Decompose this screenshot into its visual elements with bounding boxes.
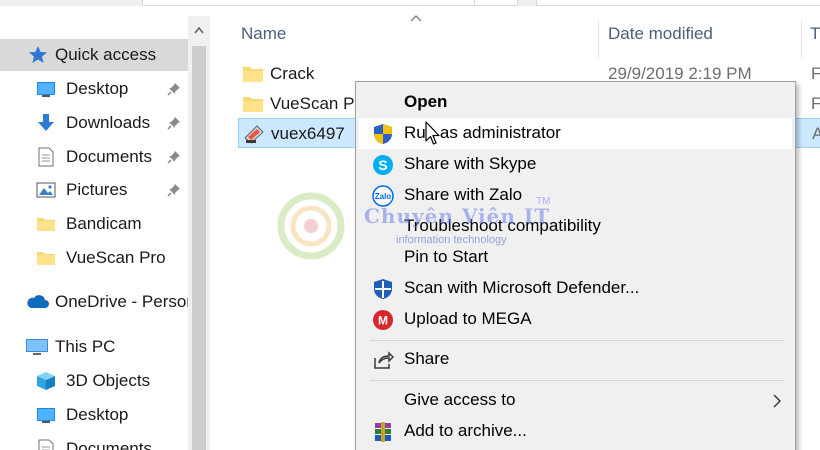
share-icon [374, 351, 394, 369]
menu-item-label: Share with Zalo [404, 185, 523, 204]
svg-text:Zalo: Zalo [375, 192, 392, 201]
skype-icon: S [373, 155, 393, 175]
nav-item-desktop-pc[interactable]: Desktop [0, 399, 188, 431]
star-icon [29, 46, 47, 63]
cube-icon [37, 372, 55, 390]
nav-item-label: Desktop [66, 405, 129, 424]
nav-item-label: Quick access [55, 45, 157, 64]
nav-item-label: Documents [66, 439, 152, 450]
file-name: VueScan Pr [270, 94, 361, 113]
document-icon [38, 147, 54, 167]
sort-ascending-icon [410, 14, 422, 22]
mouse-cursor-icon [425, 121, 440, 145]
menu-item-open[interactable]: Open [359, 87, 792, 118]
menu-item-label: Share [404, 349, 450, 368]
file-name: Crack [270, 64, 315, 83]
menu-separator [370, 380, 784, 381]
column-divider[interactable] [801, 20, 802, 58]
vuescan-app-icon [244, 125, 264, 144]
svg-text:M: M [378, 314, 388, 328]
nav-item-pictures[interactable]: Pictures [0, 174, 188, 206]
navigation-pane: Quick access Desktop Downloads Documents… [0, 16, 188, 450]
nav-item-label: Documents [66, 147, 152, 166]
menu-item-label: Scan with Microsoft Defender... [404, 278, 640, 297]
nav-item-quick-access[interactable]: Quick access [0, 39, 188, 71]
defender-icon [374, 279, 392, 299]
pictures-icon [36, 182, 56, 198]
menu-item-scan-with-defender[interactable]: Scan with Microsoft Defender... [359, 273, 792, 304]
nav-item-onedrive[interactable]: OneDrive - Persor [0, 286, 188, 318]
file-type: F [811, 64, 820, 83]
menu-item-add-to-archive[interactable]: Add to archive... [359, 416, 792, 447]
nav-item-desktop[interactable]: Desktop [0, 73, 188, 105]
column-header-name[interactable]: Name [241, 24, 286, 44]
menu-item-give-access-to[interactable]: Give access to [359, 385, 792, 416]
file-name: vuex6497 [271, 124, 345, 143]
menu-item-label: Add to archive... [404, 421, 527, 440]
nav-item-3d-objects[interactable]: 3D Objects [0, 365, 188, 397]
menu-item-share-with-zalo[interactable]: Zalo Share with Zalo [359, 180, 792, 211]
menu-item-share[interactable]: Share [359, 344, 792, 375]
file-type: F [811, 94, 820, 113]
pin-icon[interactable] [167, 82, 181, 96]
zalo-icon: Zalo [372, 185, 394, 207]
folder-icon [243, 97, 263, 112]
nav-item-vuescan-pro[interactable]: VueScan Pro [0, 242, 188, 274]
menu-item-pin-to-start[interactable]: Pin to Start [359, 242, 792, 273]
uac-shield-icon [374, 124, 392, 144]
nav-item-label: Pictures [66, 180, 128, 199]
nav-item-label: Bandicam [66, 214, 142, 233]
desktop-icon [37, 82, 55, 97]
column-header-type[interactable]: Ty [810, 24, 820, 44]
nav-item-label: VueScan Pro [66, 248, 166, 267]
nav-scrollbar-thumb[interactable] [192, 46, 206, 450]
menu-separator [370, 340, 784, 341]
pin-icon[interactable] [167, 183, 181, 197]
folder-icon [37, 252, 55, 265]
nav-item-documents[interactable]: Documents [0, 141, 188, 173]
menu-item-run-as-administrator[interactable]: Run as administrator [359, 118, 792, 149]
menu-item-label: Pin to Start [404, 247, 489, 266]
nav-scrollbar[interactable] [188, 16, 210, 450]
document-icon [38, 439, 54, 450]
nav-item-label: Downloads [66, 113, 151, 132]
download-icon [38, 114, 54, 131]
menu-item-label: Share with Skype [404, 154, 537, 173]
folder-icon [243, 67, 263, 82]
folder-icon [37, 218, 55, 231]
nav-item-label: OneDrive - Persor [55, 292, 188, 311]
menu-item-label: Upload to MEGA [404, 309, 532, 328]
pin-icon[interactable] [167, 116, 181, 130]
svg-text:S: S [378, 157, 387, 173]
context-menu: Open Run as administrator S Share with S… [355, 81, 796, 450]
menu-item-upload-to-mega[interactable]: M Upload to MEGA [359, 304, 792, 335]
chevron-right-icon [773, 394, 782, 408]
column-divider[interactable] [598, 20, 599, 58]
nav-item-downloads[interactable]: Downloads [0, 107, 188, 139]
nav-item-label: 3D Objects [66, 371, 151, 390]
scroll-up-arrow-icon[interactable] [194, 26, 204, 34]
nav-item-label: This PC [55, 337, 116, 356]
nav-item-this-pc[interactable]: This PC [0, 331, 188, 363]
menu-item-label: Troubleshoot compatibility [404, 216, 601, 235]
nav-item-bandicam[interactable]: Bandicam [0, 208, 188, 240]
desktop-icon [37, 408, 55, 423]
column-header-date[interactable]: Date modified [608, 24, 713, 44]
cloud-icon [27, 295, 49, 308]
pin-icon[interactable] [167, 150, 181, 164]
menu-item-label: Open [404, 92, 448, 111]
nav-item-label: Desktop [66, 79, 129, 98]
mega-icon: M [373, 310, 393, 330]
menu-item-label: Give access to [404, 390, 516, 409]
winrar-icon [375, 422, 391, 442]
computer-icon [26, 339, 48, 355]
nav-item-documents-pc[interactable]: Documents [0, 433, 188, 450]
menu-item-troubleshoot-compatibility[interactable]: Troubleshoot compatibility [359, 211, 792, 242]
menu-item-share-with-skype[interactable]: S Share with Skype [359, 149, 792, 180]
file-type: A [812, 124, 820, 143]
